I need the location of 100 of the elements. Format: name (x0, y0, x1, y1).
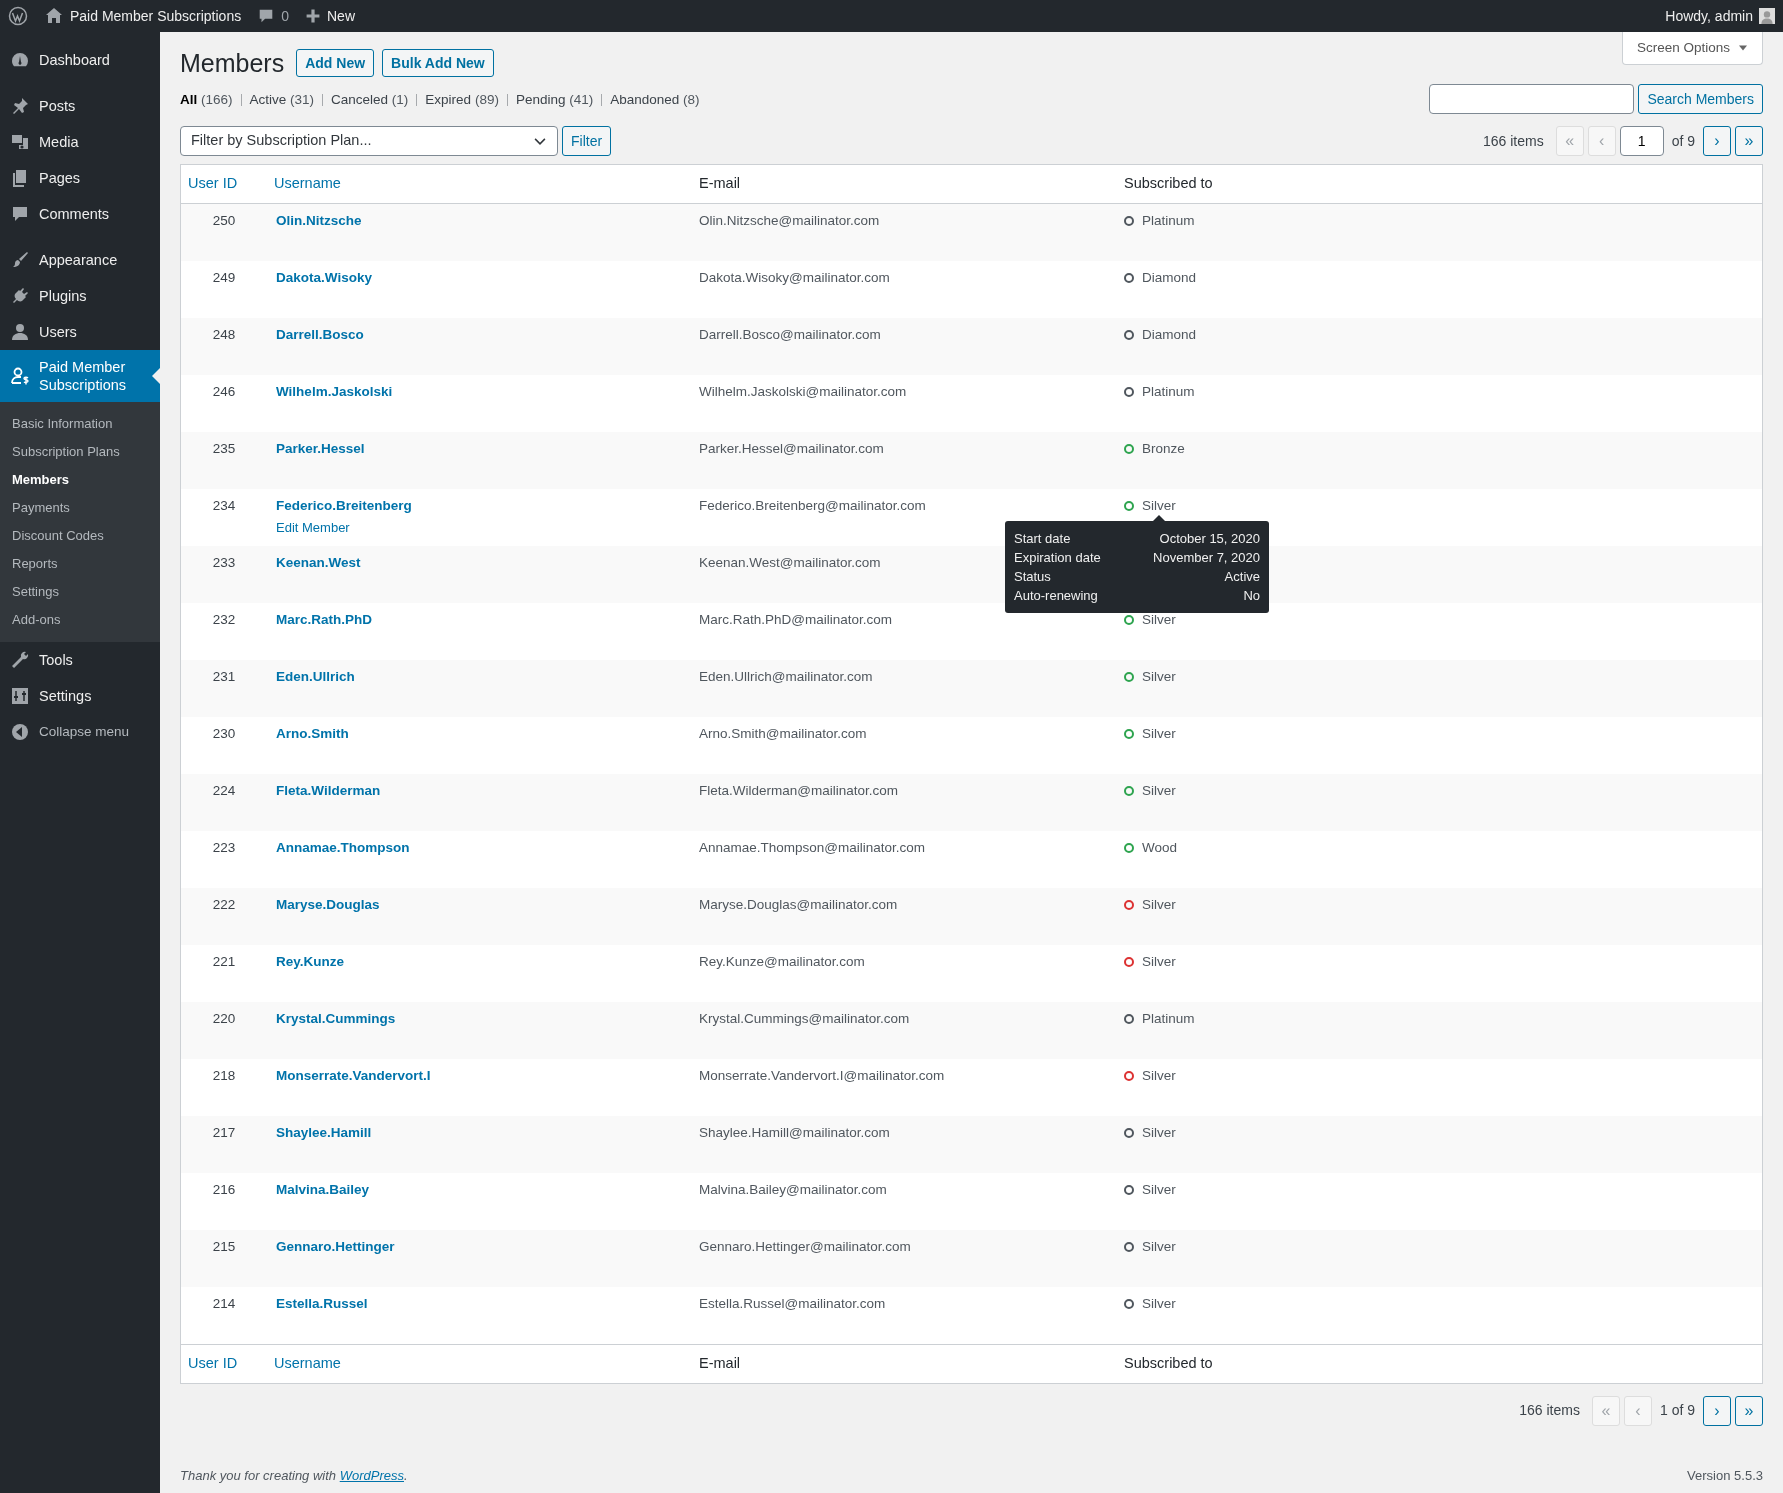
status-filter-link[interactable]: All (166) (180, 89, 233, 110)
sortable-column-header[interactable]: User ID (188, 1354, 238, 1371)
site-name-link[interactable]: Paid Member Subscriptions (36, 5, 250, 27)
username-link[interactable]: Arno.Smith (276, 724, 349, 743)
username-link[interactable]: Maryse.Douglas (276, 895, 380, 914)
email-text: Parker.Hessel@mailinator.com (699, 440, 884, 456)
user-id: 217 (212, 1124, 236, 1140)
new-content-link[interactable]: New (297, 5, 363, 27)
username-link[interactable]: Darrell.Bosco (276, 325, 364, 344)
user-id: 222 (212, 896, 236, 912)
sidebar-menu-item[interactable]: Dashboard (0, 42, 160, 78)
plan-name: Silver (1142, 1294, 1176, 1313)
username-link[interactable]: Annamae.Thompson (276, 838, 410, 857)
plan-name: Platinum (1142, 1009, 1195, 1028)
sidebar-menu-item[interactable]: Paid Member Subscriptions (0, 350, 160, 402)
item-count: 166 items (1482, 131, 1544, 151)
wordpress-link[interactable]: WordPress (339, 1467, 404, 1483)
plan-name: Platinum (1142, 211, 1195, 230)
username-link[interactable]: Wilhelm.Jaskolski (276, 382, 393, 401)
plan-name: Diamond (1142, 268, 1197, 287)
username-link[interactable]: Parker.Hessel (276, 439, 365, 458)
wordpress-logo-icon[interactable] (8, 6, 28, 26)
wrench-icon (10, 650, 30, 670)
edit-member-link[interactable]: Edit Member (276, 518, 350, 537)
last-page-button[interactable]: » (1735, 126, 1763, 156)
submenu-item[interactable]: Payments (0, 494, 160, 522)
tooltip-value: November 7, 2020 (1153, 548, 1260, 567)
username-link[interactable]: Shaylee.Hamill (276, 1123, 372, 1142)
username-link[interactable]: Fleta.Wilderman (276, 781, 381, 800)
search-field[interactable] (1429, 84, 1635, 114)
home-icon (44, 6, 64, 26)
status-filter-link[interactable]: Canceled (1) (331, 89, 409, 110)
tooltip-label: Expiration date (1014, 548, 1101, 567)
status-filter-link[interactable]: Abandoned (8) (610, 89, 700, 110)
sidebar-menu-item[interactable]: Comments (0, 196, 160, 232)
email-text: Annamae.Thompson@mailinator.com (699, 839, 926, 855)
sortable-column-header[interactable]: User ID (188, 175, 238, 191)
sidebar-menu-item[interactable]: Tools (0, 642, 160, 678)
tooltip-value: Active (1224, 567, 1260, 586)
status-filter-link[interactable]: Active (31) (249, 89, 315, 110)
submenu-item[interactable]: Settings (0, 578, 160, 606)
status-filter-link[interactable]: Expired (89) (425, 89, 499, 110)
plan-name: Silver (1142, 1237, 1176, 1256)
sidebar-menu-item[interactable]: Media (0, 124, 160, 160)
submenu-item[interactable]: Discount Codes (0, 522, 160, 550)
username-link[interactable]: Estella.Russel (276, 1294, 368, 1313)
username-link[interactable]: Rey.Kunze (276, 952, 344, 971)
username-link[interactable]: Federico.Breitenberg (276, 496, 412, 515)
email-text: Fleta.Wilderman@mailinator.com (699, 782, 898, 798)
account-menu[interactable]: Howdy, admin (1657, 0, 1783, 32)
submenu-item[interactable]: Subscription Plans (0, 438, 160, 466)
plan-name: Silver (1142, 895, 1176, 914)
sortable-column-header[interactable]: Username (274, 175, 341, 191)
paintbrush-icon (10, 250, 30, 270)
email-text: Shaylee.Hamill@mailinator.com (699, 1124, 890, 1140)
username-link[interactable]: Krystal.Cummings (276, 1009, 396, 1028)
username-link[interactable]: Olin.Nitzsche (276, 211, 362, 230)
sidebar-menu-item[interactable]: Users (0, 314, 160, 350)
plan-name: Silver (1142, 610, 1176, 629)
username-link[interactable]: Gennaro.Hettinger (276, 1237, 395, 1256)
username-link[interactable]: Marc.Rath.PhD (276, 610, 373, 629)
person-outline-icon (10, 366, 30, 386)
user-id: 215 (212, 1238, 236, 1254)
screen-options-button[interactable]: Screen Options (1621, 32, 1763, 66)
comments-link[interactable]: 0 (249, 5, 297, 27)
sidebar-menu-item[interactable]: Posts (0, 88, 160, 124)
sidebar-menu-item[interactable]: Settings (0, 678, 160, 714)
username-link[interactable]: Keenan.West (276, 553, 361, 572)
sortable-column-header[interactable]: Username (274, 1354, 341, 1371)
submenu-item[interactable]: Basic Information (0, 410, 160, 438)
title-action-button[interactable]: Add New (296, 49, 375, 77)
sidebar-menu-item[interactable]: Plugins (0, 278, 160, 314)
username-link[interactable]: Eden.Ullrich (276, 667, 355, 686)
comment-bubble-icon (10, 204, 30, 224)
plan-filter-select[interactable]: Filter by Subscription Plan... (180, 126, 558, 156)
user-id: 214 (212, 1295, 236, 1311)
sidebar-menu-item[interactable]: Pages (0, 160, 160, 196)
email-text: Krystal.Cummings@mailinator.com (699, 1010, 910, 1026)
email-text: Gennaro.Hettinger@mailinator.com (699, 1238, 911, 1254)
tooltip-value: No (1243, 586, 1260, 605)
last-page-button[interactable]: » (1735, 1395, 1763, 1426)
submenu-item[interactable]: Add-ons (0, 606, 160, 634)
status-filter-link[interactable]: Pending (41) (515, 89, 594, 110)
filter-button[interactable]: Filter (562, 126, 612, 156)
username-link[interactable]: Dakota.Wisoky (276, 268, 372, 287)
search-members-button[interactable]: Search Members (1638, 84, 1763, 114)
user-id: 223 (212, 839, 236, 855)
username-link[interactable]: Monserrate.Vandervort.I (276, 1066, 431, 1085)
next-page-button[interactable]: › (1703, 126, 1731, 156)
next-page-button[interactable]: › (1703, 1395, 1731, 1426)
sidebar-menu-item[interactable]: Appearance (0, 242, 160, 278)
username-link[interactable]: Malvina.Bailey (276, 1180, 370, 1199)
submenu-item[interactable]: Reports (0, 550, 160, 578)
submenu-item[interactable]: Members (0, 466, 160, 494)
title-action-button[interactable]: Bulk Add New (382, 49, 494, 77)
page-number-field[interactable]: 1 (1619, 126, 1664, 156)
user-id: 233 (212, 554, 236, 570)
sliders-icon (10, 686, 30, 706)
collapse-menu-button[interactable]: Collapse menu (0, 714, 160, 750)
item-count: 166 items (1519, 1401, 1580, 1420)
